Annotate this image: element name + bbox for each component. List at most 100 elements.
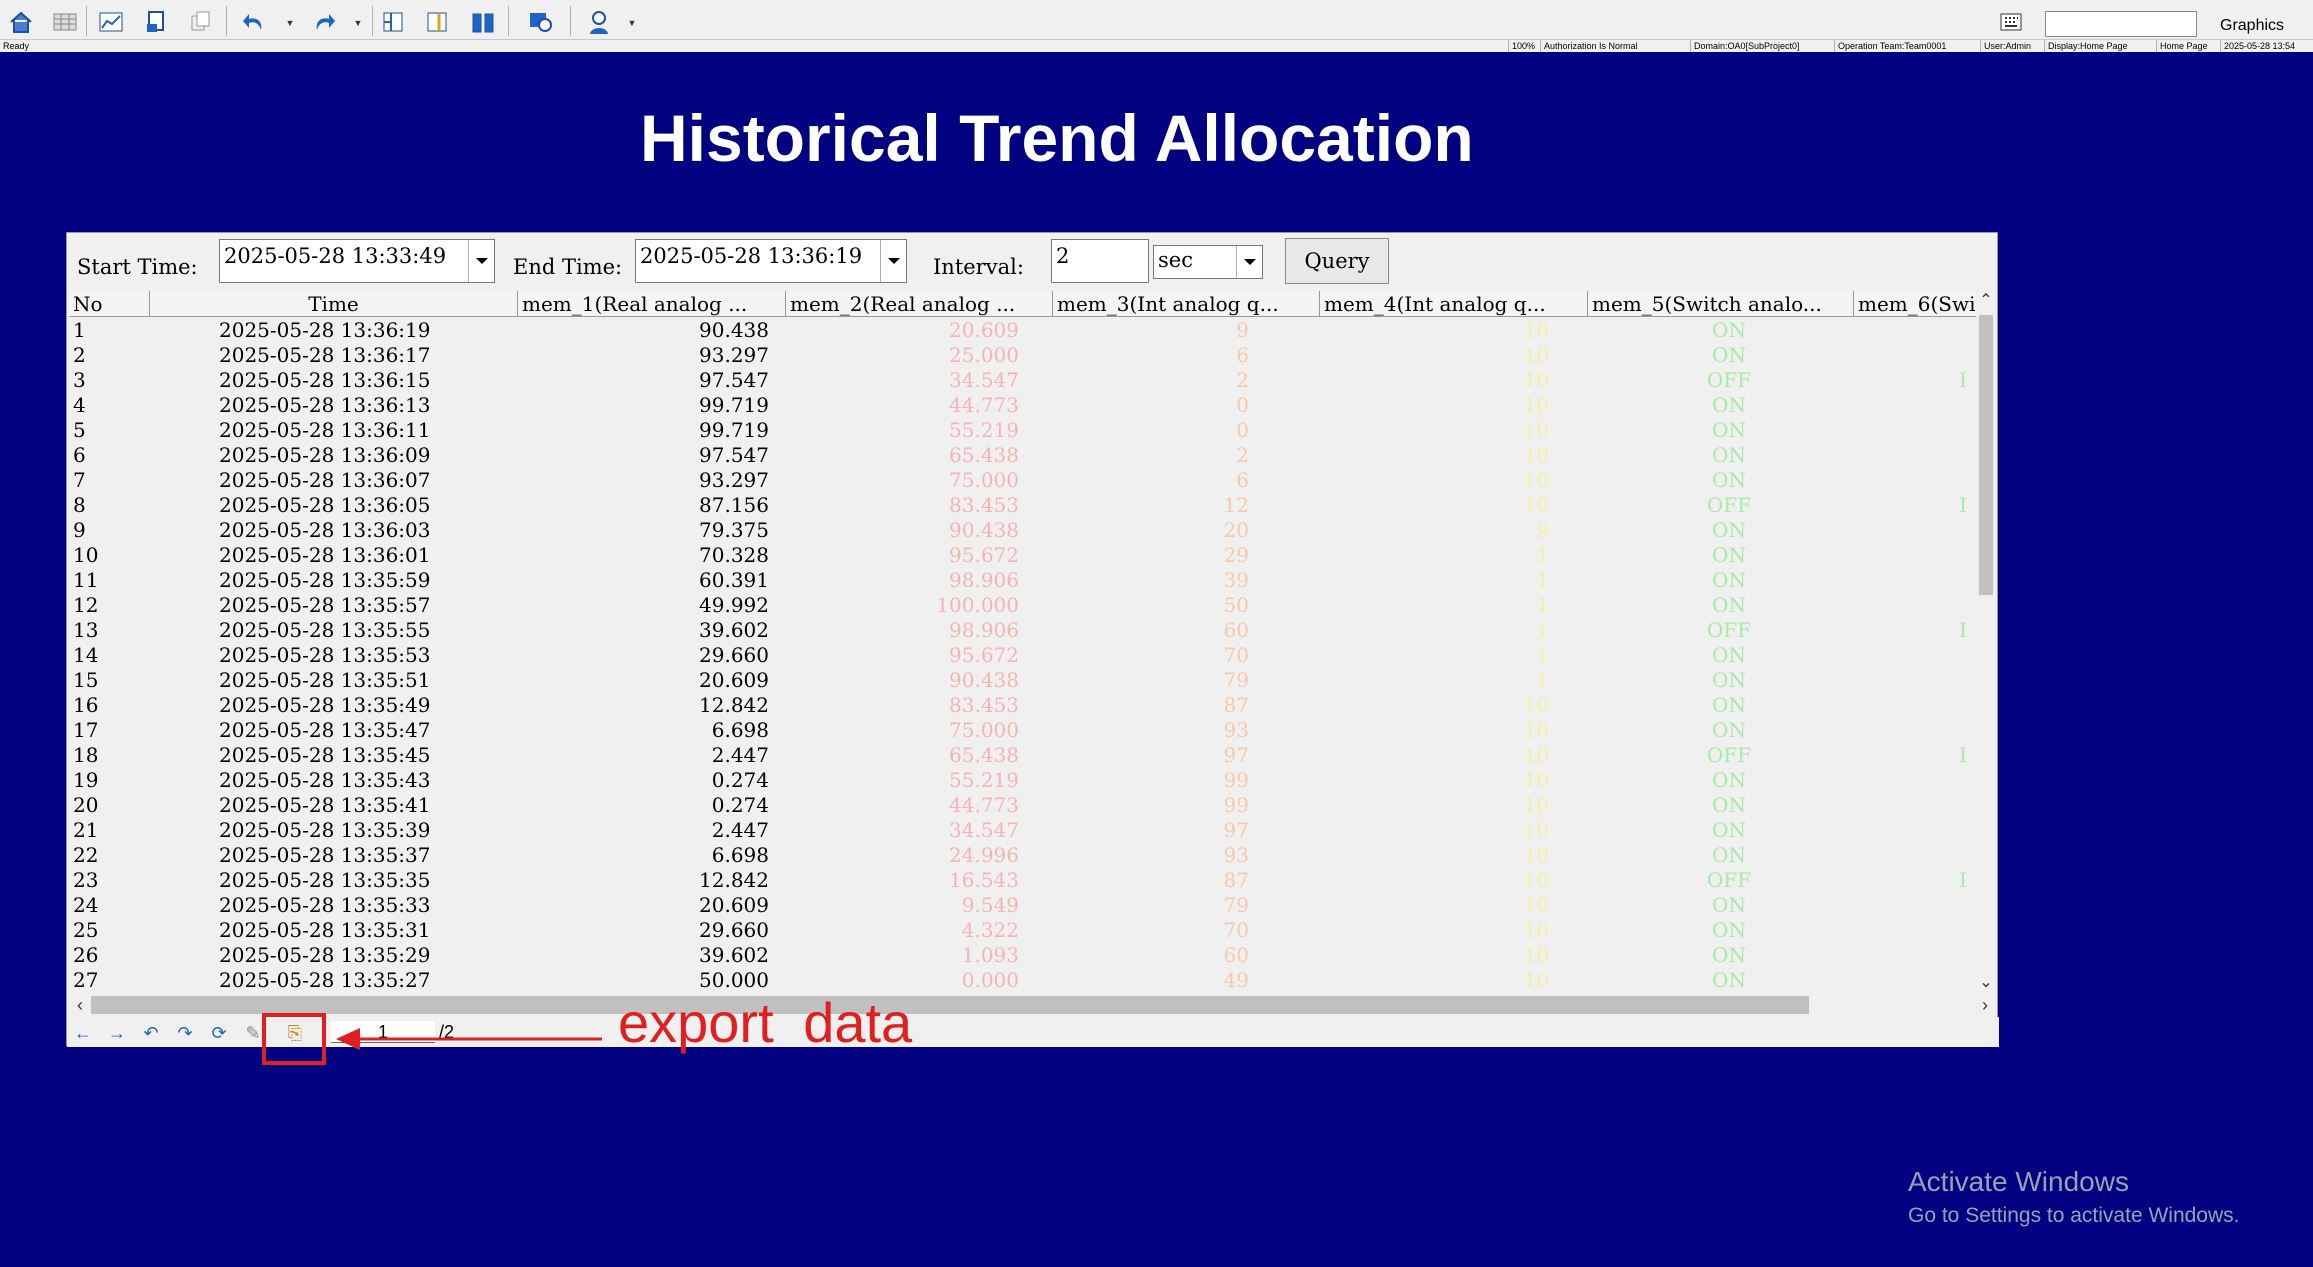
toolbar-search-input[interactable] (2045, 11, 2197, 37)
scroll-down-icon[interactable]: ⌄ (1976, 973, 1996, 993)
table-row[interactable]: 17 2025-05-28 13:35:47 6.698 75.000 93 10 ON (69, 718, 1976, 743)
chevron-down-icon[interactable] (468, 240, 494, 282)
scroll-left-icon[interactable]: ‹ (69, 993, 91, 1017)
graphics-label[interactable]: Graphics (2220, 17, 2284, 35)
home-icon[interactable] (6, 7, 36, 37)
table-row[interactable]: 11 2025-05-28 13:35:59 60.391 98.906 39 1 ON (69, 568, 1976, 593)
status-domain: Domain:OA0[SubProject0] (1690, 40, 1800, 52)
arrow-left-icon[interactable]: ← (73, 1023, 93, 1043)
table-row[interactable]: 1 2025-05-28 13:36:19 90.438 20.609 9 10 ON (69, 318, 1976, 343)
pen-icon[interactable]: ✎ (243, 1023, 263, 1043)
scroll-up-icon[interactable]: ⌃ (1976, 291, 1996, 311)
table-row[interactable]: 21 2025-05-28 13:35:39 2.447 34.547 97 10 ON (69, 818, 1976, 843)
table-row[interactable]: 12 2025-05-28 13:35:57 49.992 100.000 50 1 ON (69, 593, 1976, 618)
align-right-icon[interactable] (422, 7, 452, 37)
redo-icon[interactable] (308, 7, 338, 37)
table-row[interactable]: 22 2025-05-28 13:35:37 6.698 24.996 93 10 ON (69, 843, 1976, 868)
table-cell-m4: 10 (1523, 393, 1549, 417)
table-row[interactable]: 10 2025-05-28 13:36:01 70.328 95.672 29 1 ON (69, 543, 1976, 568)
table-cell-m5: ON (1712, 468, 1746, 492)
print-preview-icon[interactable] (142, 7, 172, 37)
table-cell-m3: 70 (1223, 643, 1249, 667)
user-icon[interactable] (584, 7, 614, 37)
align-left-icon[interactable] (378, 7, 408, 37)
table-cell-m5: ON (1712, 318, 1746, 342)
column-header-mem-4[interactable]: mem_4(Int analog q... (1320, 291, 1588, 317)
column-header-mem-3[interactable]: mem_3(Int analog q... (1053, 291, 1320, 317)
interval-input[interactable]: 2 (1051, 239, 1149, 283)
table-row[interactable]: 25 2025-05-28 13:35:31 29.660 4.322 70 10 ON (69, 918, 1976, 943)
column-header-time[interactable]: Time (150, 291, 518, 317)
table-row[interactable]: 18 2025-05-28 13:35:45 2.447 65.438 97 10 OFF I (69, 743, 1976, 768)
table-cell-m2: 4.322 (961, 918, 1019, 942)
refresh-icon[interactable]: ⟳ (209, 1023, 229, 1043)
table-row[interactable]: 14 2025-05-28 13:35:53 29.660 95.672 70 1 ON (69, 643, 1976, 668)
query-button[interactable]: Query (1285, 238, 1389, 284)
table-view-icon[interactable] (50, 7, 80, 37)
table-cell-m2: 100.000 (936, 593, 1019, 617)
table-row[interactable]: 8 2025-05-28 13:36:05 87.156 83.453 12 10 OFF I (69, 493, 1976, 518)
end-time-picker[interactable]: 2025-05-28 13:36:19 (635, 239, 907, 283)
table-row[interactable]: 20 2025-05-28 13:35:41 0.274 44.773 99 10 ON (69, 793, 1976, 818)
chevron-down-icon[interactable] (1236, 246, 1262, 278)
table-cell-m4: 10 (1523, 868, 1549, 892)
interval-unit-value: sec (1158, 248, 1193, 272)
table-row[interactable]: 6 2025-05-28 13:36:09 97.547 65.438 2 10 ON (69, 443, 1976, 468)
table-row[interactable]: 26 2025-05-28 13:35:29 39.602 1.093 60 10 ON (69, 943, 1976, 968)
table-cell-m3: 20 (1223, 518, 1249, 542)
zoom-icon[interactable] (526, 7, 556, 37)
horizontal-scrollbar[interactable]: ‹ › (69, 993, 1996, 1017)
table-row[interactable]: 4 2025-05-28 13:36:13 99.719 44.773 0 10 ON (69, 393, 1976, 418)
vertical-scroll-thumb[interactable] (1979, 315, 1993, 595)
table-cell-time: 2025-05-28 13:35:47 (219, 718, 431, 742)
chevron-down-icon[interactable]: ▼ (284, 16, 296, 30)
table-cell-m4: 10 (1523, 493, 1549, 517)
horizontal-scroll-thumb[interactable] (91, 996, 1809, 1014)
keypad-icon[interactable] (1996, 7, 2026, 37)
table-cell-m4: 1 (1536, 668, 1549, 692)
table-row[interactable]: 16 2025-05-28 13:35:49 12.842 83.453 87 10 ON (69, 693, 1976, 718)
column-header-mem-6[interactable]: mem_6(Swit (1854, 291, 1976, 317)
undo-icon[interactable] (240, 7, 270, 37)
table-cell-no: 19 (73, 768, 99, 792)
table-row[interactable]: 23 2025-05-28 13:35:35 12.842 16.543 87 10 OFF… (69, 868, 1976, 893)
table-row[interactable]: 7 2025-05-28 13:36:07 93.297 75.000 6 10 ON (69, 468, 1976, 493)
book-icon[interactable] (468, 7, 498, 37)
redo-icon[interactable]: ↷ (175, 1023, 195, 1043)
column-header-no[interactable]: No (69, 291, 150, 317)
table-row[interactable]: 27 2025-05-28 13:35:27 50.000 0.000 49 10 ON (69, 968, 1976, 993)
chevron-down-icon[interactable] (880, 240, 906, 282)
chevron-down-icon[interactable]: ▼ (626, 16, 638, 30)
scroll-right-icon[interactable]: › (1974, 993, 1996, 1017)
table-row[interactable]: 2 2025-05-28 13:36:17 93.297 25.000 6 10 ON (69, 343, 1976, 368)
table-cell-time: 2025-05-28 13:35:39 (219, 818, 431, 842)
table-row[interactable]: 9 2025-05-28 13:36:03 79.375 90.438 20 9 ON (69, 518, 1976, 543)
activation-watermark-title: Activate Windows (1908, 1166, 2129, 1197)
chevron-down-icon[interactable]: ▼ (352, 16, 364, 30)
table-row[interactable]: 3 2025-05-28 13:36:15 97.547 34.547 2 10 OFF I (69, 368, 1976, 393)
interval-unit-select[interactable]: sec (1153, 245, 1263, 279)
table-cell-m6 (1959, 968, 1976, 993)
table-cell-m6 (1959, 343, 1976, 368)
table-cell-m3: 2 (1236, 368, 1249, 392)
column-header-mem-5[interactable]: mem_5(Switch analo... (1588, 291, 1854, 317)
table-row[interactable]: 24 2025-05-28 13:35:33 20.609 9.549 79 10 ON (69, 893, 1976, 918)
table-cell-m1: 20.609 (699, 668, 769, 692)
arrow-right-icon[interactable]: → (107, 1023, 127, 1043)
table-row[interactable]: 13 2025-05-28 13:35:55 39.602 98.906 60 1 OFF I (69, 618, 1976, 643)
table-row[interactable]: 15 2025-05-28 13:35:51 20.609 90.438 79 1 ON (69, 668, 1976, 693)
status-page: Home Page (2156, 40, 2208, 52)
table-cell-m1: 93.297 (699, 468, 769, 492)
table-row[interactable]: 5 2025-05-28 13:36:11 99.719 55.219 0 10 ON (69, 418, 1976, 443)
top-toolbar: ▼ ▼ ▼ Graphics (0, 0, 2313, 40)
column-header-mem-1[interactable]: mem_1(Real analog ... (518, 291, 786, 317)
table-row[interactable]: 19 2025-05-28 13:35:43 0.274 55.219 99 10 ON (69, 768, 1976, 793)
table-cell-m3: 87 (1223, 693, 1249, 717)
trend-chart-icon[interactable] (96, 7, 126, 37)
start-time-picker[interactable]: 2025-05-28 13:33:49 (219, 239, 495, 283)
copy-icon[interactable] (186, 7, 216, 37)
table-cell-m2: 24.996 (949, 843, 1019, 867)
column-header-mem-2[interactable]: mem_2(Real analog ... (786, 291, 1053, 317)
undo-icon[interactable]: ↶ (141, 1023, 161, 1043)
vertical-scrollbar[interactable]: ⌃ ⌄ (1976, 291, 1996, 993)
